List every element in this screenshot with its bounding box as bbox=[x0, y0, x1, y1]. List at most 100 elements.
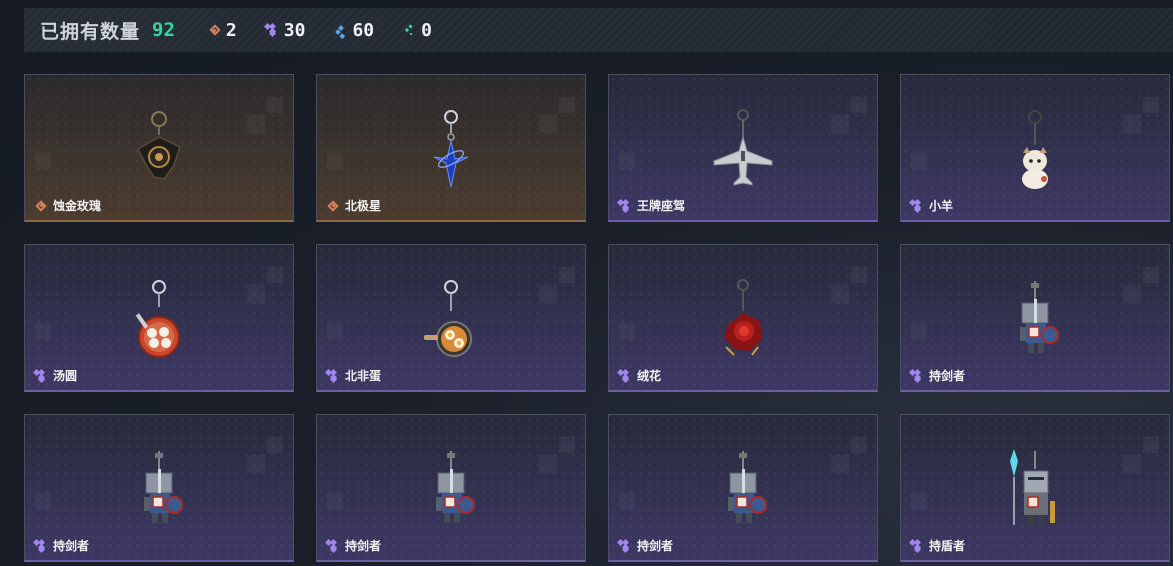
stat-purple: 30 bbox=[267, 20, 306, 41]
card-grid-decoration bbox=[267, 97, 283, 113]
purple-diamond-icon bbox=[267, 24, 279, 36]
card-grid-decoration bbox=[831, 455, 849, 473]
stat-blue: 60 bbox=[335, 20, 374, 41]
pendant-card[interactable]: 王牌座驾 bbox=[608, 74, 878, 222]
pendant-card[interactable]: 汤圆 bbox=[24, 244, 294, 392]
card-grid-decoration bbox=[1143, 437, 1159, 453]
shakshuka-pan-pendant-image bbox=[424, 280, 472, 357]
card-grid-decoration bbox=[831, 115, 849, 133]
pendant-card[interactable]: 绒花 bbox=[608, 244, 878, 392]
pendant-name: 持剑者 bbox=[345, 539, 382, 553]
pendant-card[interactable]: 小羊 bbox=[900, 74, 1170, 222]
jet-plane-pendant-image bbox=[713, 109, 773, 186]
card-grid-decoration bbox=[831, 285, 849, 303]
pendant-label: 北非蛋 bbox=[327, 367, 381, 384]
blue-diamond-icon bbox=[335, 24, 347, 36]
card-grid-decoration bbox=[327, 323, 343, 339]
card-grid-decoration bbox=[1123, 115, 1141, 133]
card-grid-decoration bbox=[247, 285, 265, 303]
card-grid-decoration bbox=[539, 285, 557, 303]
pendant-card[interactable]: 持盾者 bbox=[900, 414, 1170, 562]
pendant-label: 王牌座驾 bbox=[619, 197, 685, 214]
card-grid-decoration bbox=[1123, 285, 1141, 303]
sword-knight-pendant-image bbox=[1020, 281, 1059, 353]
card-grid-decoration bbox=[247, 455, 265, 473]
orange-rarity-icon bbox=[327, 200, 339, 212]
stat-orange: 2 bbox=[209, 20, 237, 41]
purple-rarity-icon bbox=[619, 200, 631, 212]
card-grid-decoration bbox=[327, 153, 343, 169]
stat-purple-value: 30 bbox=[283, 19, 306, 41]
purple-rarity-icon bbox=[911, 540, 923, 552]
pendant-name: 持剑者 bbox=[637, 539, 674, 553]
orange-diamond-icon bbox=[209, 24, 221, 36]
stat-blue-value: 60 bbox=[352, 19, 375, 41]
card-grid-decoration bbox=[851, 267, 867, 283]
sword-knight-pendant-image bbox=[144, 451, 183, 523]
card-grid-decoration bbox=[559, 437, 575, 453]
pendant-name: 持剑者 bbox=[929, 369, 966, 383]
pendant-name: 小羊 bbox=[929, 199, 954, 213]
pendant-label: 持剑者 bbox=[619, 537, 673, 554]
dark-rose-pendant-image bbox=[137, 111, 181, 180]
pendant-label: 持剑者 bbox=[911, 367, 965, 384]
pendant-label: 绒花 bbox=[619, 367, 661, 384]
collection-summary-bar: 已拥有数量 92 2 30 60 0 bbox=[24, 8, 1173, 52]
card-grid-decoration bbox=[327, 493, 343, 509]
card-grid-decoration bbox=[911, 153, 927, 169]
card-grid-decoration bbox=[911, 493, 927, 509]
card-grid-decoration bbox=[1143, 97, 1159, 113]
stat-green: 0 bbox=[404, 20, 432, 41]
green-diamond-icon bbox=[404, 24, 416, 36]
purple-rarity-icon bbox=[619, 540, 631, 552]
pendant-card[interactable]: 持剑者 bbox=[24, 414, 294, 562]
purple-rarity-icon bbox=[327, 370, 339, 382]
pendant-card[interactable]: 持剑者 bbox=[316, 414, 586, 562]
pendant-name: 北极星 bbox=[345, 199, 382, 213]
orange-rarity-icon bbox=[35, 200, 47, 212]
card-grid-decoration bbox=[1143, 267, 1159, 283]
pendant-label: 持剑者 bbox=[327, 537, 381, 554]
card-grid-decoration bbox=[1123, 455, 1141, 473]
card-grid-decoration bbox=[539, 115, 557, 133]
card-grid-decoration bbox=[247, 115, 265, 133]
pendant-name: 北非蛋 bbox=[345, 369, 382, 383]
card-grid-decoration bbox=[851, 437, 867, 453]
pendant-label: 持剑者 bbox=[35, 537, 89, 554]
pendant-name: 持剑者 bbox=[53, 539, 90, 553]
sword-knight-pendant-image bbox=[436, 451, 475, 523]
purple-rarity-icon bbox=[35, 540, 47, 552]
lamb-figure-pendant-image bbox=[1022, 110, 1048, 189]
purple-rarity-icon bbox=[35, 370, 47, 382]
pendant-card[interactable]: 持剑者 bbox=[900, 244, 1170, 392]
pendant-label: 持盾者 bbox=[911, 537, 965, 554]
card-grid-decoration bbox=[619, 323, 635, 339]
pendant-name: 王牌座驾 bbox=[637, 199, 686, 213]
pendant-label: 小羊 bbox=[911, 197, 953, 214]
purple-rarity-icon bbox=[911, 370, 923, 382]
pendant-label: 汤圆 bbox=[35, 367, 77, 384]
card-grid-decoration bbox=[267, 267, 283, 283]
blue-star-pendant-image bbox=[433, 110, 469, 188]
card-grid-decoration bbox=[267, 437, 283, 453]
card-grid-decoration bbox=[35, 323, 51, 339]
purple-rarity-icon bbox=[327, 540, 339, 552]
shield-knight-pendant-image bbox=[1010, 449, 1055, 525]
tangyuan-bowl-pendant-image bbox=[135, 280, 180, 358]
card-grid-decoration bbox=[35, 493, 51, 509]
pendant-name: 绒花 bbox=[637, 369, 662, 383]
pendant-label: 蚀金玫瑰 bbox=[35, 197, 101, 214]
card-grid-decoration bbox=[851, 97, 867, 113]
card-grid-decoration bbox=[619, 153, 635, 169]
stat-orange-value: 2 bbox=[225, 19, 237, 41]
pendant-card[interactable]: 北极星 bbox=[316, 74, 586, 222]
card-grid-decoration bbox=[619, 493, 635, 509]
card-grid-decoration bbox=[559, 267, 575, 283]
pendant-card[interactable]: 北非蛋 bbox=[316, 244, 586, 392]
purple-rarity-icon bbox=[911, 200, 923, 212]
pendant-card[interactable]: 持剑者 bbox=[608, 414, 878, 562]
card-grid-decoration bbox=[559, 97, 575, 113]
red-flower-pendant-image bbox=[724, 279, 762, 356]
pendant-card[interactable]: 蚀金玫瑰 bbox=[24, 74, 294, 222]
card-grid-decoration bbox=[35, 153, 51, 169]
